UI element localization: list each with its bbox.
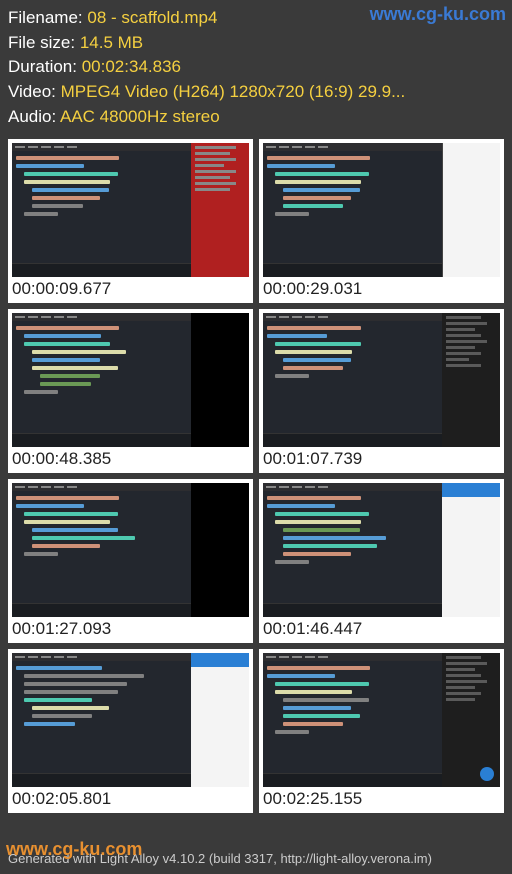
thumbnail-image: [12, 313, 249, 447]
filename-label: Filename:: [8, 8, 83, 27]
duration-value: 00:02:34.836: [82, 57, 181, 76]
thumbnail-timestamp: 00:02:05.801: [12, 787, 249, 809]
thumbnail-timestamp: 00:00:09.677: [12, 277, 249, 299]
filename-value: 08 - scaffold.mp4: [87, 8, 217, 27]
thumbnail-image: [12, 653, 249, 787]
duration-label: Duration:: [8, 57, 77, 76]
audio-label: Audio:: [8, 107, 56, 126]
meta-filename: Filename: 08 - scaffold.mp4: [8, 6, 504, 31]
thumbnail-cell: 00:01:27.093: [8, 479, 253, 643]
meta-duration: Duration: 00:02:34.836: [8, 55, 504, 80]
thumbnail-timestamp: 00:00:48.385: [12, 447, 249, 469]
video-value: MPEG4 Video (H264) 1280x720 (16:9) 29.9.…: [61, 82, 406, 101]
thumbnail-timestamp: 00:00:29.031: [263, 277, 500, 299]
filesize-value: 14.5 MB: [80, 33, 143, 52]
thumbnail-image: [12, 143, 249, 277]
filesize-label: File size:: [8, 33, 75, 52]
meta-filesize: File size: 14.5 MB: [8, 31, 504, 56]
video-label: Video:: [8, 82, 56, 101]
fab-icon: [480, 767, 494, 781]
watermark-bottom: www.cg-ku.com: [6, 839, 142, 860]
meta-audio: Audio: AAC 48000Hz stereo: [8, 105, 504, 130]
thumbnail-image: [263, 313, 500, 447]
thumbnail-timestamp: 00:02:25.155: [263, 787, 500, 809]
audio-value: AAC 48000Hz stereo: [60, 107, 220, 126]
meta-video: Video: MPEG4 Video (H264) 1280x720 (16:9…: [8, 80, 504, 105]
thumbnail-cell: 00:01:46.447: [259, 479, 504, 643]
thumbnail-cell: 00:02:25.155: [259, 649, 504, 813]
thumbnail-image: [12, 483, 249, 617]
thumbnail-cell: 00:00:48.385: [8, 309, 253, 473]
thumbnail-timestamp: 00:01:46.447: [263, 617, 500, 639]
thumbnail-cell: 00:00:09.677: [8, 139, 253, 303]
thumbnail-cell: 00:01:07.739: [259, 309, 504, 473]
thumbnail-image: [263, 143, 500, 277]
thumbnail-grid: 00:00:09.677 00:00:29.031: [0, 135, 512, 817]
thumbnail-image: [263, 483, 500, 617]
thumbnail-image: [263, 653, 500, 787]
thumbnail-timestamp: 00:01:07.739: [263, 447, 500, 469]
metadata-header: Filename: 08 - scaffold.mp4 File size: 1…: [0, 0, 512, 135]
thumbnail-timestamp: 00:01:27.093: [12, 617, 249, 639]
thumbnail-cell: 00:02:05.801: [8, 649, 253, 813]
thumbnail-cell: 00:00:29.031: [259, 139, 504, 303]
